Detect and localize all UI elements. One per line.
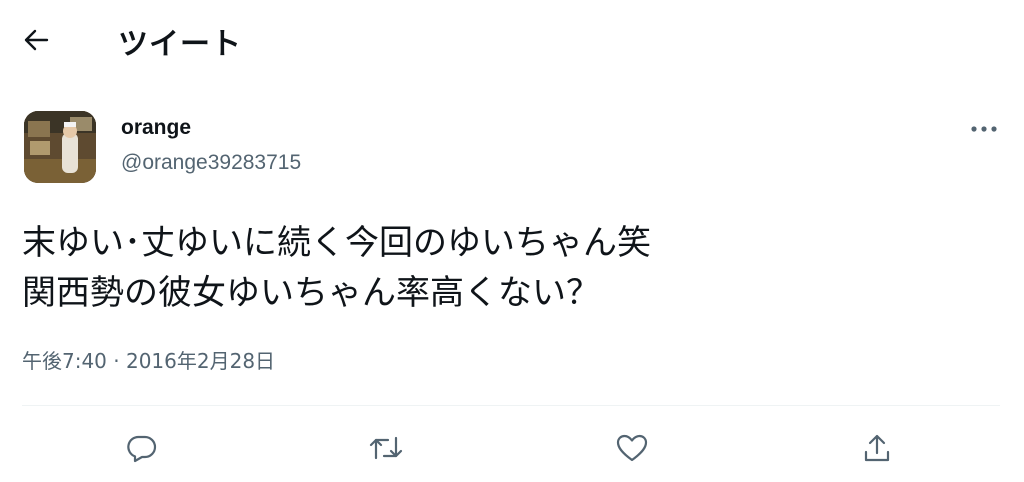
like-button[interactable] xyxy=(612,428,652,468)
page-title: ツイート xyxy=(118,27,242,62)
divider xyxy=(22,405,1000,406)
tweet-text-line: 末ゆい･丈ゆいに続く今回のゆいちゃん笑 xyxy=(22,223,651,263)
more-icon xyxy=(970,125,998,133)
avatar[interactable] xyxy=(24,111,96,183)
tweet-text: 末ゆい･丈ゆいに続く今回のゆいちゃん笑 関西勢の彼女ゆいちゃん率高くない？ xyxy=(22,218,651,318)
display-name[interactable]: orange xyxy=(121,116,191,140)
reply-button[interactable] xyxy=(122,428,162,468)
tweet-timestamp[interactable]: 午後7:40 · 2016年2月28日 xyxy=(22,345,275,374)
retweet-button[interactable] xyxy=(366,428,406,468)
like-icon xyxy=(615,432,649,464)
retweet-icon xyxy=(368,432,404,464)
share-button[interactable] xyxy=(857,428,897,468)
back-arrow-icon xyxy=(23,29,49,51)
tweet-text-line: 関西勢の彼女ゆいちゃん率高くない？ xyxy=(22,273,600,313)
user-handle[interactable]: @orange39283715 xyxy=(121,151,301,175)
more-options-button[interactable] xyxy=(964,114,1004,144)
share-icon xyxy=(862,432,892,464)
top-bar: ツイート xyxy=(0,0,1024,80)
back-button[interactable] xyxy=(18,22,54,58)
reply-icon xyxy=(126,432,158,464)
